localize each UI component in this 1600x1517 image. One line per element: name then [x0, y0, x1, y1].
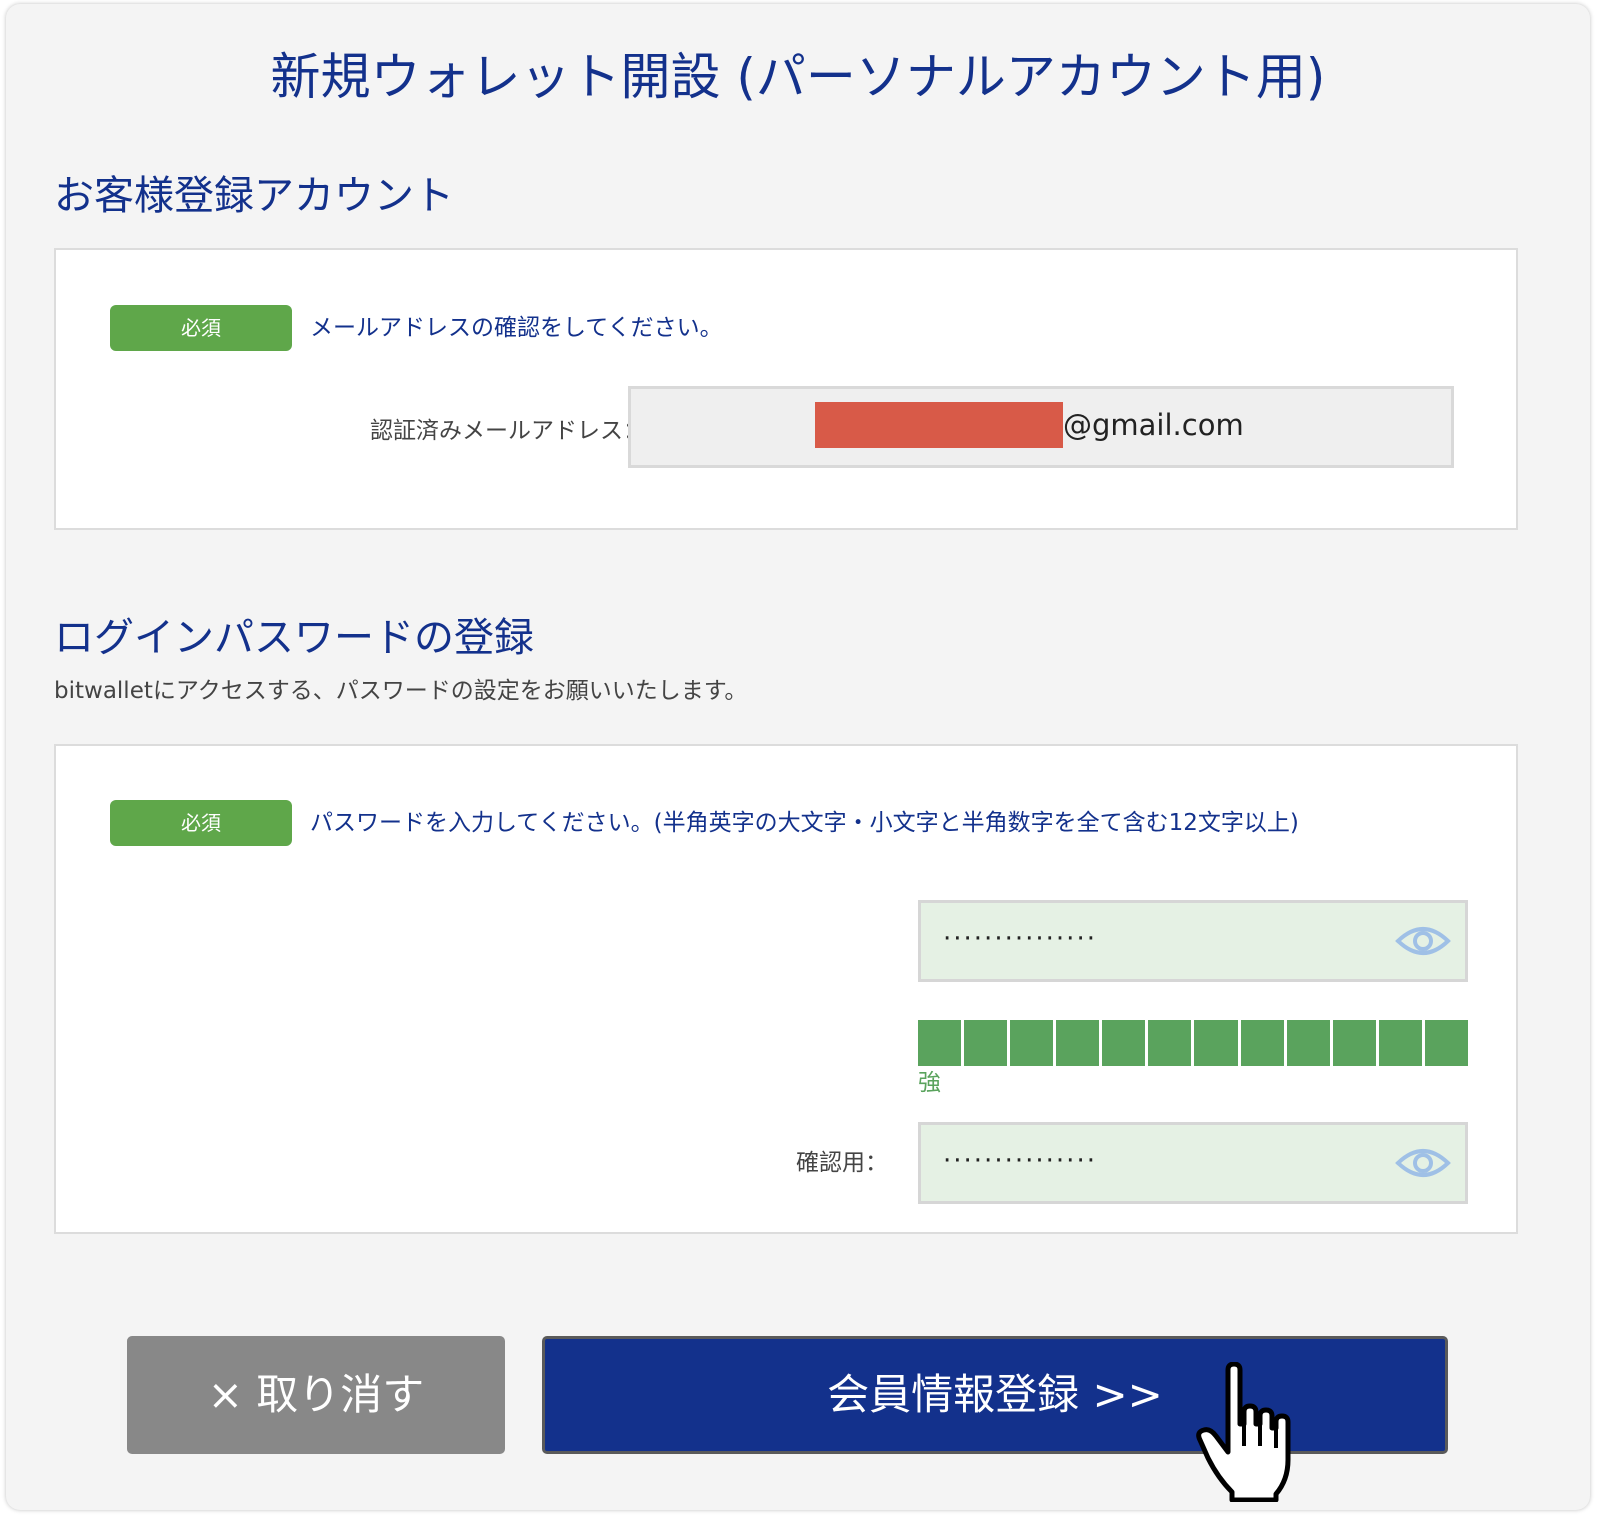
hand-pointer-icon: [1196, 1362, 1291, 1502]
strength-segment: [1332, 1020, 1376, 1066]
password-strength-meter: [918, 1020, 1468, 1066]
strength-segment: [918, 1020, 962, 1066]
account-section-title: お客様登録アカウント: [54, 173, 454, 219]
required-badge: 必須: [110, 800, 292, 846]
strength-segment: [964, 1020, 1008, 1066]
email-redaction: [815, 402, 1063, 448]
required-badge: 必須: [110, 305, 292, 351]
account-card: 必須 メールアドレスの確認をしてください。 認証済みメールアドレス： @gmai…: [54, 248, 1518, 530]
confirm-password-label: 確認用：: [796, 1150, 888, 1176]
strength-segment: [1378, 1020, 1422, 1066]
password-value: ···············: [943, 924, 1097, 954]
password-section-title: ログインパスワードの登録: [54, 615, 534, 661]
verified-email-field: @gmail.com: [628, 386, 1454, 468]
page-title: 新規ウォレット開設 (パーソナルアカウント用): [270, 48, 1326, 106]
eye-icon[interactable]: [1395, 1143, 1451, 1183]
password-section-description: bitwalletにアクセスする、パスワードの設定をお願いいたします。: [54, 678, 748, 704]
strength-segment: [1194, 1020, 1238, 1066]
confirm-password-input[interactable]: ···············: [918, 1122, 1468, 1204]
password-instruction: パスワードを入力してください。(半角英字の大文字・小文字と半角数字を全て含む12…: [310, 810, 1299, 836]
email-domain: @gmail.com: [1063, 408, 1244, 442]
strength-segment: [1240, 1020, 1284, 1066]
password-input[interactable]: ···············: [918, 900, 1468, 982]
strength-segment: [1424, 1020, 1468, 1066]
strength-segment: [1010, 1020, 1054, 1066]
strength-segment: [1286, 1020, 1330, 1066]
eye-icon[interactable]: [1395, 921, 1451, 961]
cancel-button[interactable]: × 取り消す: [127, 1336, 505, 1454]
strength-segment: [1056, 1020, 1100, 1066]
strength-segment: [1102, 1020, 1146, 1066]
verified-email-label: 認証済みメールアドレス：: [370, 418, 646, 444]
registration-panel: 新規ウォレット開設 (パーソナルアカウント用) お客様登録アカウント 必須 メー…: [6, 4, 1590, 1510]
password-strength-label: 強: [918, 1070, 941, 1096]
submit-registration-button[interactable]: 会員情報登録 >>: [542, 1336, 1448, 1454]
strength-segment: [1148, 1020, 1192, 1066]
confirm-password-value: ···············: [943, 1146, 1097, 1176]
email-instruction: メールアドレスの確認をしてください。: [310, 315, 723, 341]
